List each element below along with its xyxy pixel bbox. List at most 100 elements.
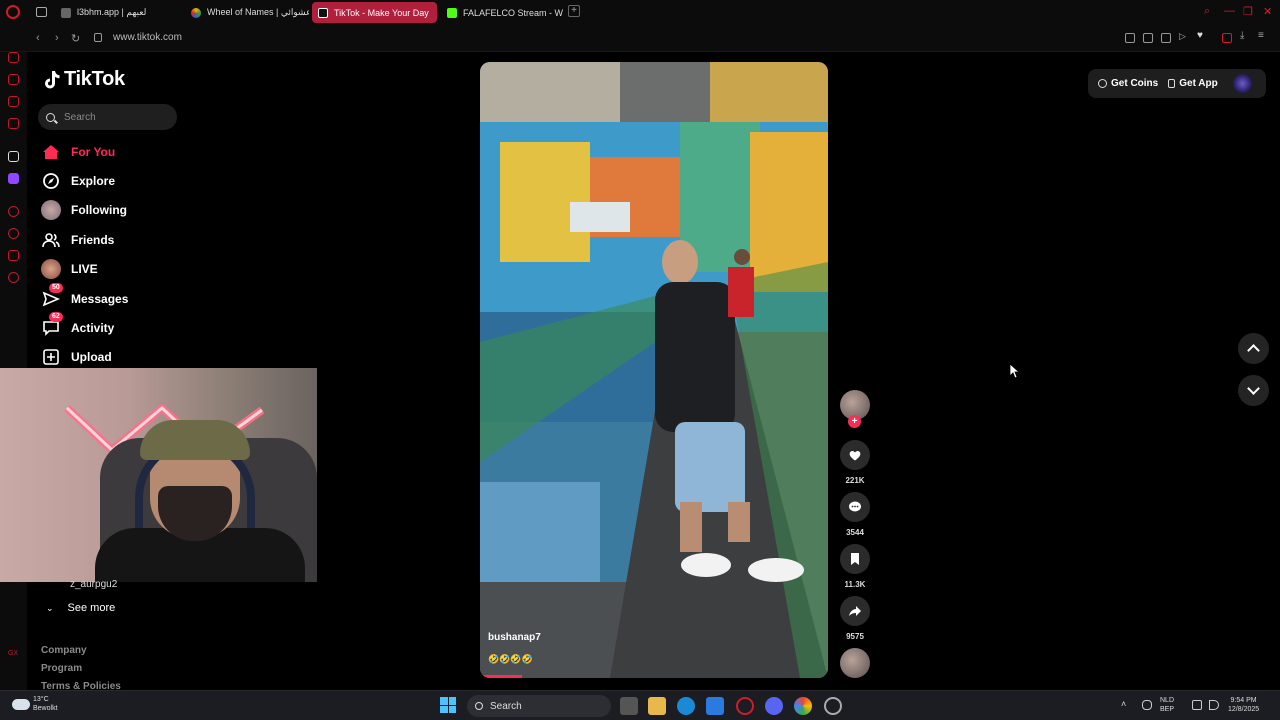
language-indicator[interactable]: NLD BEP (1160, 696, 1174, 714)
sidebar-music-icon[interactable] (8, 118, 19, 129)
video-frame-image (480, 62, 828, 678)
activity-badge: 62 (49, 312, 63, 322)
new-tab-button[interactable]: + (568, 5, 580, 17)
menu-icon[interactable]: ≡ (1258, 30, 1268, 41)
tiktok-logo[interactable]: TikTok (43, 68, 125, 91)
messages-badge: 50 (49, 283, 63, 293)
video-progress-bar[interactable] (480, 675, 522, 678)
video-author[interactable]: bushanap7 (488, 632, 541, 643)
back-button[interactable]: ‹ (36, 32, 40, 44)
player-icon[interactable]: ▷ (1179, 31, 1189, 41)
download-icon[interactable]: ⤓ (1240, 30, 1250, 41)
bookmark-icon[interactable] (1125, 33, 1135, 43)
sidebar-twitch-icon[interactable] (8, 173, 19, 184)
maximize-button[interactable]: ❐ (1243, 5, 1253, 18)
clock[interactable]: 9:54 PM 12/8/2025 (1228, 696, 1259, 714)
share-icon (849, 606, 861, 616)
heart-icon (849, 451, 861, 461)
opera-gx-taskbar-icon[interactable] (736, 697, 754, 715)
kick-favicon-icon (447, 7, 457, 18)
windows-taskbar: 13°C Bewolkt Search ˄ NLD BEP 9:54 PM 12… (0, 690, 1280, 720)
nav-following[interactable]: Following (41, 198, 127, 222)
tab-falafelco[interactable]: FALAFELCO Stream - Wa (441, 2, 563, 23)
nav-for-you[interactable]: For You (41, 140, 115, 164)
share-button[interactable] (840, 596, 870, 626)
sidebar-shopping-icon[interactable] (8, 74, 19, 85)
weather-widget[interactable]: 13°C Bewolkt (12, 695, 58, 713)
get-coins-button[interactable]: Get Coins (1098, 78, 1158, 89)
volume-icon[interactable] (1209, 700, 1219, 710)
live-avatar-icon (41, 259, 61, 279)
see-more-button[interactable]: ⌄ See more (46, 602, 115, 614)
footer-link-company[interactable]: Company (41, 645, 87, 656)
url-field[interactable]: www.tiktok.com (113, 32, 182, 43)
vpn-icon[interactable] (1222, 33, 1232, 43)
snapshot-icon[interactable] (1143, 33, 1153, 43)
start-button[interactable] (440, 697, 456, 713)
footer-link-terms[interactable]: Terms & Policies (41, 681, 121, 690)
nav-explore[interactable]: Explore (41, 169, 115, 193)
streamer-cap (140, 420, 250, 460)
video-player[interactable]: bushanap7 🤣🤣🤣🤣 (480, 62, 828, 678)
follow-button[interactable]: + (848, 415, 861, 428)
workspaces-icon[interactable] (36, 7, 47, 17)
nav-label: Upload (71, 350, 112, 364)
footer-link-program[interactable]: Program (41, 663, 82, 674)
save-button[interactable] (840, 544, 870, 574)
profile-avatar[interactable] (1233, 74, 1252, 93)
tab-l3bhm[interactable]: l3bhm.app | لعبهم (55, 2, 183, 23)
task-view-icon[interactable] (620, 697, 638, 715)
get-coins-label: Get Coins (1111, 78, 1159, 89)
search-input[interactable]: Search (38, 104, 177, 130)
taskbar-search[interactable]: Search (467, 695, 611, 717)
save-count: 11.3K (844, 580, 866, 589)
adblock-icon[interactable] (1161, 33, 1171, 43)
chrome-icon[interactable] (794, 697, 812, 715)
reload-button[interactable]: ↻ (71, 32, 80, 45)
network-icon[interactable] (1192, 700, 1202, 710)
nav-friends[interactable]: Friends (41, 228, 114, 252)
sidebar-chat-icon[interactable] (8, 250, 19, 261)
minimize-button[interactable]: — (1224, 5, 1235, 17)
webcam-overlay (0, 368, 317, 582)
sidebar-clock-icon[interactable] (8, 228, 19, 239)
opera-logo-icon[interactable] (6, 5, 20, 19)
sidebar-history-icon[interactable] (8, 52, 19, 63)
search-tabs-icon[interactable]: ⌕ (1204, 5, 1210, 18)
comment-button[interactable] (840, 492, 870, 522)
nav-messages[interactable]: 50 Messages (41, 283, 128, 311)
get-app-button[interactable]: Get App (1168, 78, 1218, 89)
tray-expand-icon[interactable]: ˄ (1121, 700, 1126, 709)
sidebar-settings-icon[interactable] (8, 272, 19, 283)
sound-avatar[interactable] (840, 648, 870, 678)
following-username[interactable]: z_aurpgu2 (70, 579, 117, 590)
store-icon[interactable] (706, 697, 724, 715)
file-explorer-icon[interactable] (648, 697, 666, 715)
nav-upload[interactable]: Upload (41, 345, 112, 369)
nav-label: LIVE (71, 262, 98, 276)
nav-activity[interactable]: 62 Activity (41, 312, 114, 340)
next-video-button[interactable] (1238, 375, 1269, 406)
coin-icon (1098, 79, 1107, 88)
nav-live[interactable]: LIVE (41, 257, 98, 281)
tab-wheel-of-names[interactable]: Wheel of Names | عشوائي (185, 2, 309, 23)
sidebar-messenger-icon[interactable] (8, 96, 19, 107)
discord-icon[interactable] (765, 697, 783, 715)
forward-button[interactable]: › (55, 32, 59, 44)
heart-icon[interactable]: ♥ (1197, 30, 1207, 41)
like-button[interactable] (840, 440, 870, 470)
edge-icon[interactable] (677, 697, 695, 715)
share-count: 9575 (846, 632, 864, 641)
sidebar-tiktok-icon[interactable] (8, 151, 19, 162)
nav-label: Following (71, 203, 127, 217)
sidebar-player-icon[interactable] (8, 206, 19, 217)
tab-label: TikTok - Make Your Day (334, 7, 429, 18)
settings-app-icon[interactable] (824, 697, 842, 715)
close-window-button[interactable]: ✕ (1263, 5, 1272, 18)
previous-video-button[interactable] (1238, 333, 1269, 364)
compass-icon (41, 171, 61, 191)
microphone-icon[interactable] (1142, 700, 1152, 710)
phone-icon (1168, 79, 1176, 88)
tab-tiktok[interactable]: TikTok - Make Your Day (312, 2, 437, 23)
sidebar-gx-icon[interactable]: GX (8, 650, 18, 661)
